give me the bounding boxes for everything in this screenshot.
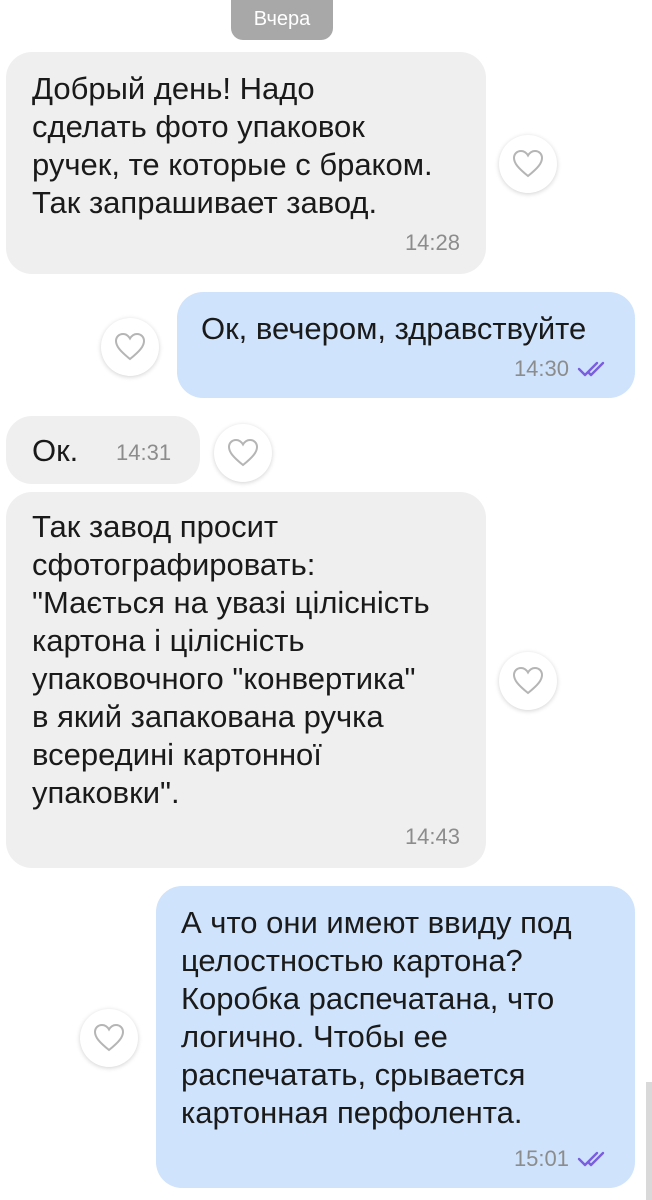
- message-text: Ок.: [32, 433, 79, 468]
- message-bubble-incoming[interactable]: Ок. 14:31: [6, 416, 200, 484]
- message-text: Ок, вечером, здравствуйте: [201, 311, 587, 346]
- like-button[interactable]: [101, 318, 159, 376]
- date-separator: Вчера: [231, 0, 333, 40]
- like-button[interactable]: [80, 1009, 138, 1067]
- message-bubble-incoming[interactable]: Добрый день! Надо сделать фото упаковок …: [6, 52, 486, 274]
- scroll-indicator: [646, 1082, 652, 1200]
- message-bubble-outgoing[interactable]: А что они имеют ввиду под целостностью к…: [156, 886, 635, 1188]
- double-check-icon: [577, 361, 605, 377]
- message-time: 15:01: [513, 1146, 569, 1171]
- message-time: 14:28: [404, 230, 460, 255]
- message-time: 14:30: [513, 356, 569, 381]
- message-time: 14:31: [116, 440, 172, 465]
- message-meta: 14:43: [405, 824, 460, 850]
- like-button[interactable]: [214, 424, 272, 482]
- heart-icon: [512, 149, 544, 178]
- message-text: Так завод просит сфотографировать: "Маєт…: [32, 509, 430, 810]
- heart-icon: [93, 1023, 125, 1052]
- heart-icon: [512, 666, 544, 695]
- message-time: 14:43: [404, 824, 460, 849]
- double-check-icon: [577, 1151, 605, 1167]
- message-bubble-incoming[interactable]: Так завод просит сфотографировать: "Маєт…: [6, 492, 486, 868]
- like-button[interactable]: [499, 652, 557, 710]
- message-meta: 15:01: [514, 1146, 611, 1172]
- message-text: А что они имеют ввиду под целостностью к…: [181, 905, 572, 1130]
- message-meta: 14:28: [405, 230, 460, 256]
- like-button[interactable]: [499, 135, 557, 193]
- heart-icon: [114, 332, 146, 361]
- message-meta: 14:30: [514, 356, 611, 382]
- message-bubble-outgoing[interactable]: Ок, вечером, здравствуйте 14:30: [177, 292, 635, 398]
- chat-screen: Вчера Добрый день! Надо сделать фото упа…: [0, 0, 652, 1200]
- message-text: Добрый день! Надо сделать фото упаковок …: [32, 71, 433, 220]
- heart-icon: [227, 438, 259, 467]
